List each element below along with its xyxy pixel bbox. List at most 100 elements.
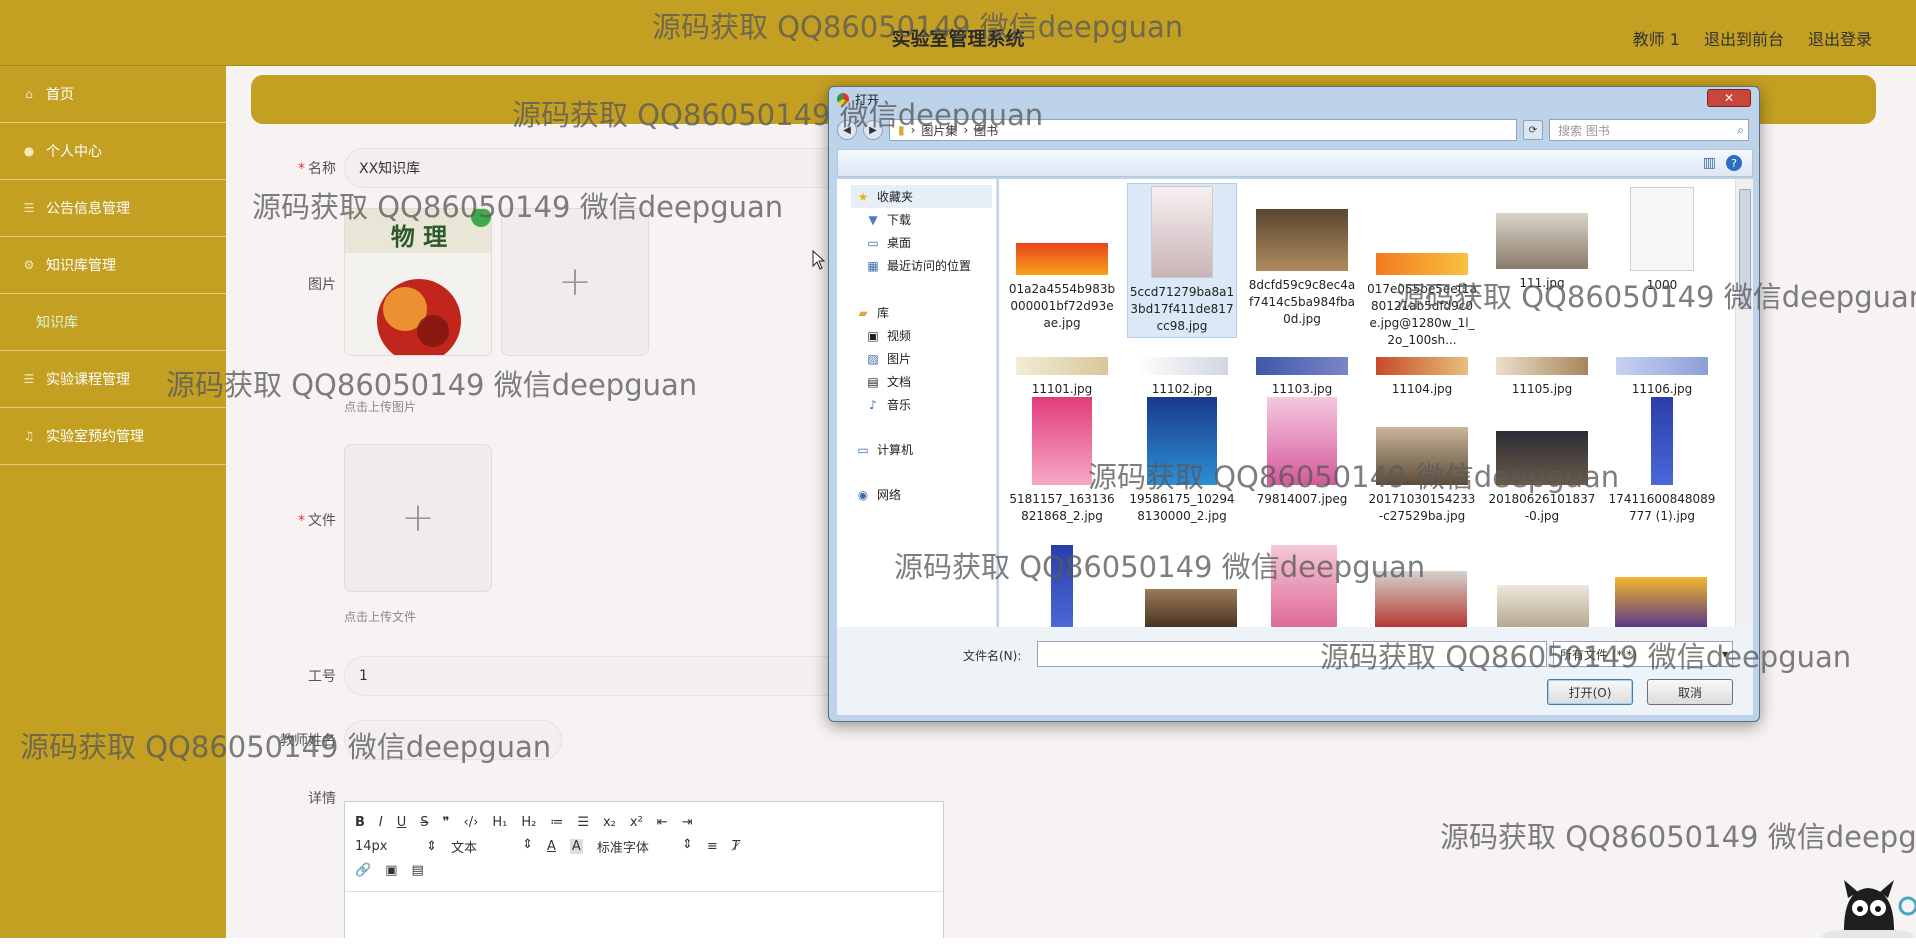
logout-link[interactable]: 退出登录 <box>1808 26 1872 50</box>
list-icon: ☰ <box>23 372 35 386</box>
file-item[interactable]: 19586175_102948130000_2.jpg <box>1127 397 1237 525</box>
file-item[interactable]: 20171030154233-c27529ba.jpg <box>1367 427 1477 525</box>
file-item[interactable]: 11101.jpg <box>1007 357 1117 398</box>
search-input[interactable]: 搜索 图书 ⌕ <box>1549 119 1749 141</box>
sidebar-item-lab-booking[interactable]: ♫ 实验室预约管理 <box>0 408 226 465</box>
cancel-button[interactable]: 取消 <box>1647 679 1733 705</box>
nav-music[interactable]: ♪ 音乐 <box>851 393 992 416</box>
file-item[interactable]: 79814007.jpeg <box>1247 397 1357 508</box>
file-item[interactable]: 5181157_163136821868_2.jpg <box>1007 397 1117 525</box>
ordered-list-button[interactable]: ≔ <box>550 815 563 830</box>
back-to-frontend-link[interactable]: 退出到前台 <box>1704 26 1784 50</box>
file-item[interactable]: 01a2a4554b983b000001bf72d93eae.jpg <box>1007 243 1117 332</box>
heading1-button[interactable]: H₁ <box>492 815 507 830</box>
indent-button[interactable]: ⇥ <box>682 815 693 830</box>
rich-text-editor[interactable]: B I U S ❞ ‹/› H₁ H₂ ≔ ☰ x₂ x² ⇤ ⇥ 14px ⇕ … <box>344 801 944 944</box>
file-thumbnail[interactable] <box>1051 545 1073 627</box>
chevron-down-icon: ▾ <box>1721 647 1728 661</box>
network-icon: ◉ <box>857 487 869 502</box>
file-item[interactable]: 20180626101837-0.jpg <box>1487 431 1597 525</box>
image-upload-box[interactable]: + <box>501 208 649 356</box>
plus-icon: + <box>558 259 592 305</box>
superscript-button[interactable]: x² <box>630 815 643 830</box>
file-thumbnail <box>1151 186 1213 278</box>
sidebar-subitem-knowledge-base[interactable]: 知识库 <box>0 294 226 351</box>
nav-documents[interactable]: ▤ 文档 <box>851 370 992 393</box>
italic-button[interactable]: I <box>379 815 383 830</box>
nav-pictures[interactable]: ▨ 图片 <box>851 347 992 370</box>
refresh-icon[interactable]: ⟳ <box>1523 120 1543 140</box>
file-thumbnail[interactable] <box>1375 571 1467 627</box>
clear-format-icon[interactable]: T̷ <box>732 839 740 854</box>
link-icon[interactable]: 🔗 <box>355 863 371 878</box>
nav-videos[interactable]: ▣ 视频 <box>851 324 992 347</box>
file-item[interactable]: 11105.jpg <box>1487 357 1597 398</box>
file-item[interactable]: 111.jpg <box>1487 213 1597 292</box>
file-item[interactable]: 8dcfd59c9c8ec4af7414c5ba984fba0d.jpg <box>1247 209 1357 328</box>
font-size-select[interactable]: 14px ⇕ <box>355 839 437 854</box>
file-item[interactable]: 11102.jpg <box>1127 357 1237 398</box>
blank-file-icon <box>1630 187 1694 271</box>
breadcrumb-books[interactable]: 图书 <box>974 122 998 139</box>
file-thumbnail[interactable] <box>1145 589 1237 627</box>
forward-arrow-icon[interactable]: ▶ <box>863 120 883 140</box>
sidebar-item-personal-center[interactable]: ● 个人中心 <box>0 123 226 180</box>
sidebar-item-home[interactable]: ⌂ 首页 <box>0 66 226 123</box>
file-list: 01a2a4554b983b000001bf72d93eae.jpg 5ccd7… <box>999 179 1735 627</box>
file-item[interactable]: 017e055be5eef1a80121ab5dfd9c0e.jpg@1280w… <box>1367 253 1477 349</box>
user-name-link[interactable]: 教师 1 <box>1633 26 1680 50</box>
image-icon[interactable]: ▣ <box>385 863 397 878</box>
file-thumbnail[interactable] <box>1615 577 1707 627</box>
filename-input[interactable] <box>1037 641 1547 667</box>
align-icon[interactable]: ≡ <box>707 839 718 854</box>
file-list-scrollbar[interactable] <box>1735 179 1753 627</box>
bullet-list-button[interactable]: ☰ <box>577 815 589 830</box>
file-item[interactable]: 11103.jpg <box>1247 357 1357 398</box>
uploaded-image-thumbnail[interactable]: 物 理 <box>344 208 492 356</box>
heading2-button[interactable]: H₂ <box>521 815 536 830</box>
file-upload-box[interactable]: + <box>344 444 492 592</box>
teacher-name-input[interactable] <box>344 720 562 760</box>
outdent-button[interactable]: ⇤ <box>657 815 668 830</box>
text-type-select[interactable]: 文本 ⇕ <box>451 837 533 856</box>
sidebar-item-knowledge-management[interactable]: ⚙ 知识库管理 <box>0 237 226 294</box>
file-item[interactable]: 11104.jpg <box>1367 357 1477 398</box>
font-family-select[interactable]: 标准字体 ⇕ <box>597 837 693 856</box>
code-button[interactable]: ‹/› <box>464 815 479 830</box>
file-item[interactable]: 11106.jpg <box>1607 357 1717 398</box>
quote-button[interactable]: ❞ <box>443 815 450 830</box>
sidebar-item-notice-management[interactable]: ☰ 公告信息管理 <box>0 180 226 237</box>
breadcrumb-pictures[interactable]: 图片集 <box>921 122 957 139</box>
bold-button[interactable]: B <box>355 815 365 830</box>
video-icon[interactable]: ▤ <box>411 863 423 878</box>
back-arrow-icon[interactable]: ◀ <box>837 120 857 140</box>
file-thumbnail[interactable] <box>1271 545 1337 627</box>
nav-favorites[interactable]: ★ 收藏夹 <box>851 185 992 208</box>
dialog-close-button[interactable]: ✕ <box>1707 89 1751 107</box>
nav-recent[interactable]: ▦ 最近访问的位置 <box>851 254 992 277</box>
file-item[interactable]: 1000 <box>1607 187 1717 294</box>
underline-button[interactable]: U <box>397 815 407 830</box>
strike-button[interactable]: S <box>420 815 428 830</box>
nav-network[interactable]: ◉ 网络 <box>851 483 992 506</box>
nav-desktop[interactable]: ▭ 桌面 <box>851 231 992 254</box>
app-title: 实验室管理系统 <box>891 28 1025 50</box>
view-mode-icon[interactable]: ▥ <box>1703 155 1716 171</box>
path-box[interactable]: ▮ › 图片集 › 图书 <box>889 119 1517 141</box>
nav-computer[interactable]: ▭ 计算机 <box>851 438 992 461</box>
updown-icon: ⇕ <box>681 836 693 852</box>
file-item[interactable]: 17411600848089777 (1).jpg <box>1607 397 1717 525</box>
nav-downloads[interactable]: ▼ 下载 <box>851 208 992 231</box>
file-thumbnail <box>1147 397 1217 485</box>
file-thumbnail[interactable] <box>1497 585 1589 627</box>
background-color-button[interactable]: A <box>569 838 583 854</box>
open-button[interactable]: 打开(O) <box>1547 679 1633 705</box>
help-icon[interactable]: ? <box>1726 155 1742 171</box>
sidebar-item-course-management[interactable]: ☰ 实验课程管理 <box>0 351 226 408</box>
font-color-button[interactable]: A <box>547 839 556 854</box>
file-item-selected[interactable]: 5ccd71279ba8a13bd17f411de817cc98.jpg <box>1127 183 1237 338</box>
scrollbar-thumb[interactable] <box>1739 189 1751 309</box>
nav-libraries[interactable]: ▰ 库 <box>851 301 992 324</box>
filetype-select[interactable]: 所有文件 (*.*) ▾ <box>1553 641 1733 667</box>
subscript-button[interactable]: x₂ <box>603 815 616 830</box>
